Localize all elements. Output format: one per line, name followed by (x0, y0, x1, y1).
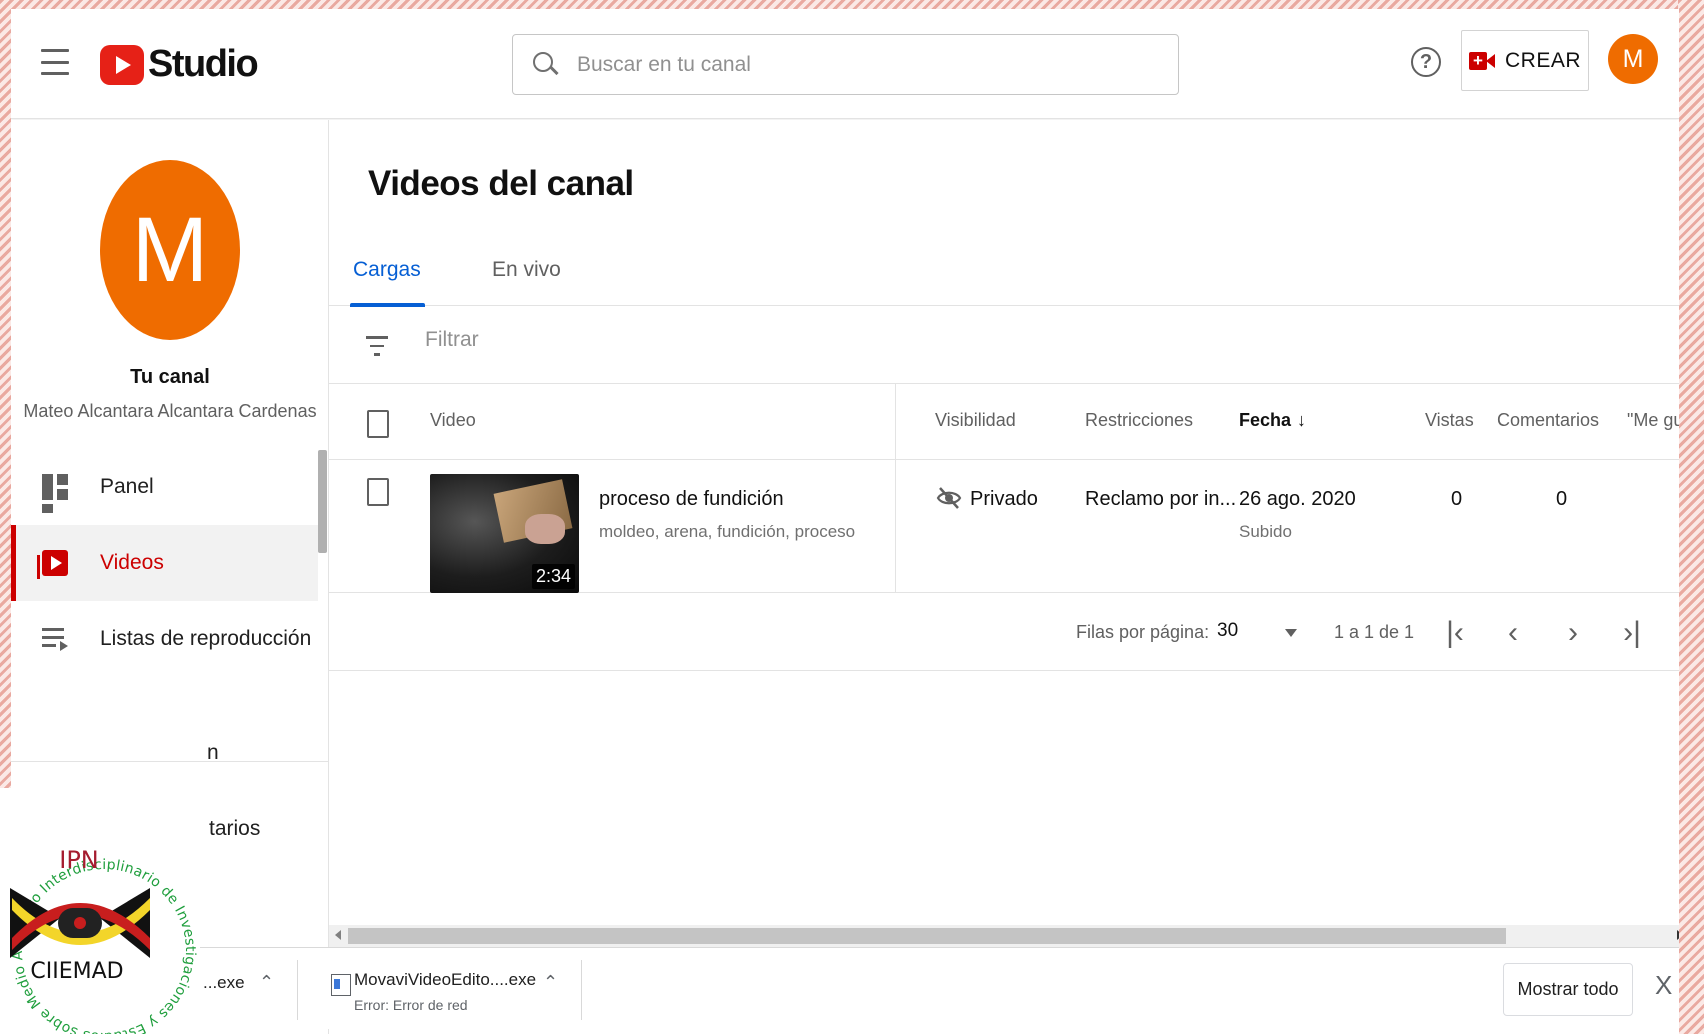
next-page-icon[interactable]: › (1556, 616, 1590, 650)
file-icon (331, 974, 351, 996)
column-header-views[interactable]: Vistas (1425, 410, 1474, 431)
rows-per-page-select[interactable]: 30 (1217, 618, 1323, 648)
last-page-icon[interactable]: ›| (1615, 616, 1649, 650)
column-header-visibility: Visibilidad (935, 410, 1016, 430)
video-description: moldeo, arena, fundición, proceso (599, 522, 856, 541)
tab-bar: Cargas En vivo (329, 245, 1679, 307)
chevron-up-icon[interactable]: ⌃ (259, 972, 274, 993)
page-range: 1 a 1 de 1 (1334, 622, 1415, 642)
sidebar-item-playlists[interactable]: Listas de reproducción (11, 601, 318, 677)
top-bar: Studio ? + CREAR M (11, 9, 1679, 119)
horizontal-scrollbar[interactable] (329, 925, 1679, 947)
tab-live[interactable]: En vivo (492, 245, 561, 306)
playlists-icon (42, 628, 68, 654)
sidebar-item-label: Videos (100, 551, 164, 574)
video-duration: 2:34 (531, 564, 575, 589)
download-item-name[interactable]: ...exe (203, 973, 245, 993)
chevron-up-icon[interactable]: ⌃ (543, 972, 558, 993)
create-button-label: CREAR (1504, 48, 1581, 72)
column-header-restrictions: Restricciones (1085, 410, 1194, 430)
table-header: Video Visibilidad Restricciones Fecha ↓ V… (329, 384, 1679, 460)
sidebar-item-label: Listas de reproducción (100, 627, 312, 650)
sidebar-divider (11, 761, 329, 762)
sidebar-item-partial-label[interactable]: tarios (209, 817, 260, 841)
column-header-date[interactable]: Fecha ↓ (1239, 410, 1306, 431)
logo-text: Studio (148, 43, 259, 85)
page-title: Videos del canal (368, 164, 634, 203)
channel-title: Tu canal (130, 366, 210, 388)
decorative-frame-top (0, 0, 1704, 9)
sidebar-scrollbar[interactable] (318, 450, 327, 553)
ciiemad-seal-logo: Centro Interdisciplinario de Investigaci… (0, 776, 200, 1034)
account-avatar[interactable]: M (1608, 34, 1658, 84)
create-button[interactable]: + CREAR (1461, 30, 1589, 91)
sidebar-item-panel[interactable]: Panel (11, 449, 318, 525)
previous-page-icon[interactable]: ‹ (1496, 616, 1530, 650)
sidebar-item-partial-label[interactable]: n (207, 741, 219, 765)
date-status: Subido (1239, 522, 1292, 541)
create-video-icon: + (1468, 51, 1495, 70)
sidebar-item-label: Panel (100, 475, 154, 498)
column-header-comments[interactable]: Comentarios (1497, 410, 1599, 431)
video-title[interactable]: proceso de fundición (599, 488, 784, 511)
rows-per-page-value: 30 (1217, 620, 1239, 641)
help-icon[interactable]: ? (1411, 47, 1441, 77)
download-bar: ...exe ⌃ MovaviVideoEdito....exe Error: … (11, 947, 1679, 1029)
menu-icon[interactable] (41, 49, 69, 75)
download-status: Error: Error de red (354, 997, 468, 1013)
studio-window: Studio ? + CREAR M M Tu canal Mateo Alca… (11, 9, 1679, 1034)
row-checkbox[interactable] (367, 478, 389, 506)
sort-descending-icon: ↓ (1297, 410, 1307, 430)
dropdown-caret-icon (1285, 629, 1297, 637)
main-content: Videos del canal Cargas En vivo Video Vi… (329, 120, 1679, 1034)
studio-logo[interactable]: Studio (100, 43, 259, 86)
pagination-bar: Filas por página: 30 1 a 1 de 1 |‹ ‹ › ›… (329, 594, 1679, 671)
comments-value: 0 (1556, 488, 1568, 510)
videos-icon (37, 550, 68, 579)
private-eye-off-icon (936, 487, 962, 509)
date-value: 26 ago. 2020 (1239, 488, 1356, 510)
column-header-likes[interactable]: "Me gust (1627, 410, 1679, 431)
rows-per-page-label: Filas por página: (1076, 622, 1210, 642)
seal-ciiemad-text: CIIEMAD (30, 959, 123, 984)
video-thumbnail[interactable]: 2:34 (430, 474, 579, 593)
restrictions-value[interactable]: Reclamo por in... (1085, 488, 1236, 511)
scroll-left-icon[interactable] (335, 930, 341, 940)
scrollbar-thumb[interactable] (348, 928, 1506, 944)
decorative-frame-right (1678, 0, 1704, 1034)
visibility-value[interactable]: Privado (970, 488, 1038, 511)
scroll-right-icon[interactable] (1677, 930, 1679, 940)
search-input[interactable] (577, 52, 1137, 77)
table-row[interactable]: 2:34 proceso de fundición moldeo, arena,… (329, 460, 1679, 593)
first-page-icon[interactable]: |‹ (1438, 616, 1472, 650)
tab-uploads[interactable]: Cargas (350, 245, 425, 307)
filter-input[interactable] (425, 328, 925, 352)
dashboard-icon (42, 474, 68, 513)
seal-ipn-text: IPN (59, 846, 99, 874)
show-all-downloads-button[interactable]: Mostrar todo (1503, 963, 1633, 1016)
select-all-checkbox[interactable] (367, 410, 389, 438)
filter-icon[interactable] (366, 336, 388, 362)
sidebar-item-videos[interactable]: Videos (11, 525, 318, 601)
channel-avatar[interactable]: M (100, 160, 240, 340)
channel-name: Mateo Alcantara Alcantara Cardenas (23, 401, 317, 421)
youtube-play-icon (100, 44, 144, 85)
column-header-video: Video (430, 410, 476, 430)
download-item-name[interactable]: MovaviVideoEdito....exe (354, 970, 536, 990)
filter-bar (329, 306, 1679, 384)
views-value: 0 (1451, 488, 1463, 510)
search-icon[interactable] (533, 51, 559, 78)
search-bar[interactable] (512, 34, 1179, 95)
close-icon[interactable]: X (1655, 970, 1672, 1001)
